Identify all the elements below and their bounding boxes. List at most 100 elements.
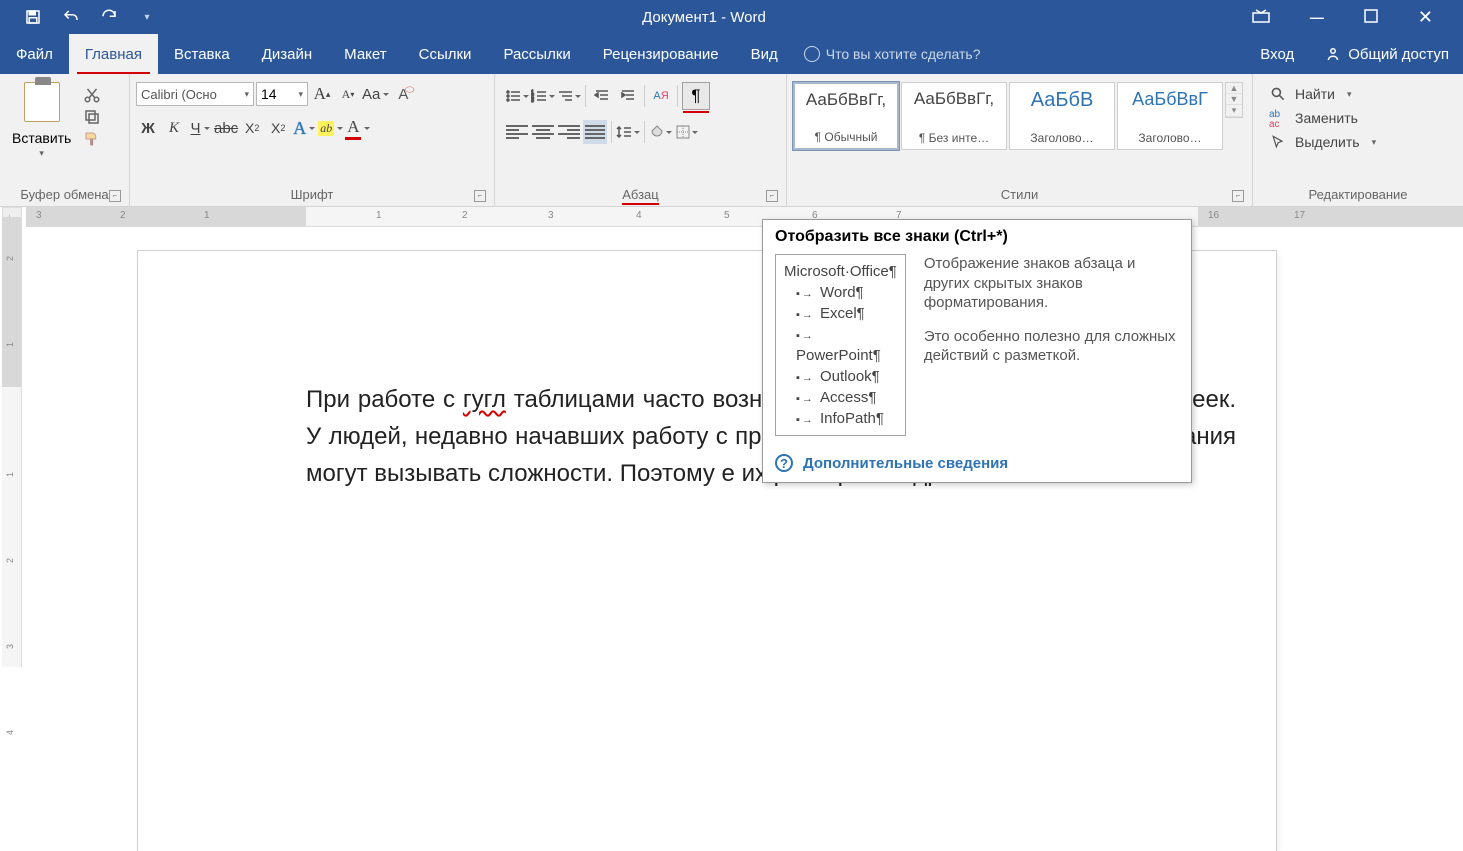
tab-view[interactable]: Вид <box>735 34 794 74</box>
close-icon[interactable]: ✕ <box>1418 7 1433 28</box>
group-clipboard-label: Буфер обмена⌐ <box>6 187 123 206</box>
tooltip-title: Отобразить все знаки (Ctrl+*) <box>775 228 1179 246</box>
tell-me-search[interactable]: Что вы хотите сделать? <box>804 34 981 74</box>
clipboard-launcher-icon[interactable]: ⌐ <box>109 190 121 202</box>
tab-mailings[interactable]: Рассылки <box>487 34 586 74</box>
tab-layout[interactable]: Макет <box>328 34 402 74</box>
share-button[interactable]: Общий доступ <box>1310 34 1463 74</box>
align-left-icon[interactable] <box>505 120 529 144</box>
tab-references[interactable]: Ссылки <box>403 34 488 74</box>
tab-design[interactable]: Дизайн <box>246 34 328 74</box>
group-styles-label: Стили⌐ <box>793 187 1246 206</box>
find-button[interactable]: Найти▾ <box>1269 86 1376 102</box>
undo-icon[interactable] <box>62 8 80 26</box>
sign-in-link[interactable]: Вход <box>1244 34 1310 74</box>
paste-label: Вставить <box>12 130 71 146</box>
borders-icon[interactable] <box>675 120 699 144</box>
italic-button[interactable]: К <box>162 116 186 140</box>
strikethrough-button[interactable]: abc <box>214 116 238 140</box>
styles-scroll[interactable]: ▲▼▾ <box>1225 82 1243 118</box>
font-launcher-icon[interactable]: ⌐ <box>474 190 486 202</box>
group-editing: Найти▾ abac Заменить Выделить▾ Редактиро… <box>1253 74 1463 206</box>
style-card-2[interactable]: АаБбВЗаголово… <box>1009 82 1115 150</box>
cut-icon[interactable] <box>83 86 101 102</box>
font-name-selector[interactable]: Calibri (Осно▾ <box>136 82 254 106</box>
group-styles: АаБбВвГг,¶ ОбычныйАаБбВвГг,¶ Без инте…Аа… <box>787 74 1253 206</box>
tab-home[interactable]: Главная <box>69 34 158 74</box>
font-size-selector[interactable]: 14▾ <box>256 82 308 106</box>
svg-text:3: 3 <box>531 98 534 103</box>
save-icon[interactable] <box>24 8 42 26</box>
spelling-error[interactable]: гугл <box>463 386 506 413</box>
paragraph-launcher-icon[interactable]: ⌐ <box>766 190 778 202</box>
redo-icon[interactable] <box>100 8 118 26</box>
align-justify-icon[interactable] <box>583 120 607 144</box>
superscript-button[interactable]: X2 <box>266 116 290 140</box>
tab-file[interactable]: Файл <box>0 34 69 74</box>
format-painter-icon[interactable] <box>83 130 101 146</box>
align-right-icon[interactable] <box>557 120 581 144</box>
replace-icon: abac <box>1269 110 1287 126</box>
maximize-icon[interactable] <box>1364 9 1378 26</box>
shrink-font-icon[interactable]: A▾ <box>336 82 360 106</box>
window-controls: — ✕ <box>1252 7 1463 28</box>
ribbon-tabs: Файл Главная Вставка Дизайн Макет Ссылки… <box>0 34 1463 74</box>
cursor-icon <box>1269 134 1287 150</box>
style-card-3[interactable]: АаБбВвГЗаголово… <box>1117 82 1223 150</box>
bold-button[interactable]: Ж <box>136 116 160 140</box>
font-color-icon[interactable]: A <box>345 116 370 140</box>
multilevel-list-icon[interactable] <box>557 84 581 108</box>
change-case-icon[interactable]: Aa <box>362 82 389 106</box>
group-font: Calibri (Осно▾ 14▾ A▴ A▾ Aa A⬭ Ж К Ч abc… <box>130 74 495 206</box>
sort-icon[interactable]: АЯ <box>649 84 673 108</box>
subscript-button[interactable]: X2 <box>240 116 264 140</box>
style-card-1[interactable]: АаБбВвГг,¶ Без инте… <box>901 82 1007 150</box>
group-font-label: Шрифт⌐ <box>136 187 488 206</box>
share-icon <box>1324 45 1342 63</box>
qat-more-icon[interactable]: ▾ <box>138 8 156 26</box>
grow-font-icon[interactable]: A▴ <box>310 82 334 106</box>
clipboard-icon <box>24 82 60 122</box>
style-card-0[interactable]: АаБбВвГг,¶ Обычный <box>793 82 899 150</box>
line-spacing-icon[interactable] <box>616 120 640 144</box>
select-button[interactable]: Выделить▾ <box>1269 134 1376 150</box>
align-center-icon[interactable] <box>531 120 555 144</box>
show-hide-marks-button[interactable]: ¶ <box>682 82 710 110</box>
underline-button[interactable]: Ч <box>188 116 212 140</box>
decrease-indent-icon[interactable] <box>590 84 614 108</box>
numbering-icon[interactable]: 123 <box>531 84 555 108</box>
tooltip-sample: Microsoft·Office¶ Word¶Excel¶PowerPoint¶… <box>775 254 906 436</box>
copy-icon[interactable] <box>83 108 101 124</box>
increase-indent-icon[interactable] <box>616 84 640 108</box>
tab-insert[interactable]: Вставка <box>158 34 246 74</box>
tooltip-show-marks: Отобразить все знаки (Ctrl+*) Microsoft·… <box>762 219 1192 483</box>
vertical-ruler[interactable]: 211234 <box>2 217 22 667</box>
paste-button[interactable]: Вставить ▾ <box>6 82 77 159</box>
group-editing-label: Редактирование <box>1259 187 1457 206</box>
shading-icon[interactable] <box>649 120 673 144</box>
text-effects-icon[interactable]: A <box>292 116 316 140</box>
tab-review[interactable]: Рецензирование <box>587 34 735 74</box>
styles-launcher-icon[interactable]: ⌐ <box>1232 190 1244 202</box>
replace-button[interactable]: abac Заменить <box>1269 110 1376 126</box>
search-icon <box>1269 86 1287 102</box>
window-title: Документ1 - Word <box>156 9 1252 26</box>
minimize-icon[interactable]: — <box>1310 9 1324 25</box>
tooltip-more-link[interactable]: ? Дополнительные сведения <box>775 446 1179 472</box>
clear-formatting-icon[interactable]: A⬭ <box>391 82 415 106</box>
highlight-color-icon[interactable]: ab <box>318 116 343 140</box>
help-icon: ? <box>775 454 793 472</box>
horizontal-ruler[interactable]: 32112345671617 <box>26 207 1463 227</box>
tell-me-placeholder: Что вы хотите сделать? <box>826 46 981 62</box>
bullets-icon[interactable] <box>505 84 529 108</box>
share-label: Общий доступ <box>1348 46 1449 63</box>
lightbulb-icon <box>804 46 820 62</box>
group-clipboard: Вставить ▾ Буфер обмена⌐ <box>0 74 130 206</box>
tooltip-description: Отображение знаков абзаца и других скрыт… <box>924 254 1179 436</box>
group-paragraph-label: Абзац⌐ <box>501 187 780 206</box>
group-paragraph: 123 АЯ ¶ Абзац⌐ <box>495 74 787 206</box>
title-bar: ▾ Документ1 - Word — ✕ <box>0 0 1463 34</box>
document-area: ∟ 32112345671617 211234 При работе с гуг… <box>0 207 1463 667</box>
quick-access-toolbar: ▾ <box>0 8 156 26</box>
ribbon-options-icon[interactable] <box>1252 9 1270 26</box>
